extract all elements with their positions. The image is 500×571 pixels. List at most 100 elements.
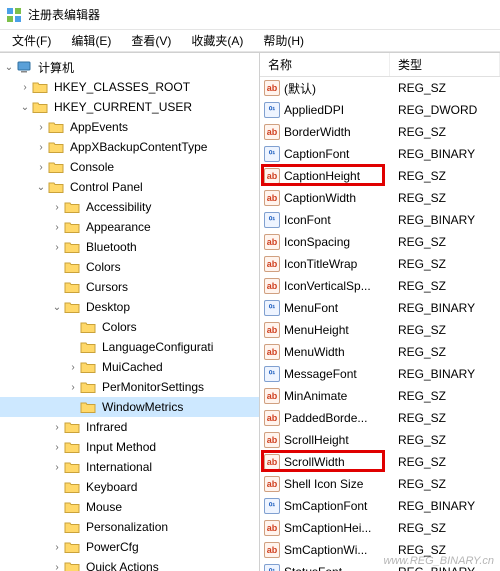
list-row[interactable]: abMenuHeightREG_SZ [260, 319, 500, 341]
tree-windowmetrics[interactable]: • WindowMetrics [0, 397, 259, 417]
list-row[interactable]: ab(默认)REG_SZ [260, 77, 500, 99]
chevron-right-icon[interactable]: › [66, 380, 80, 394]
chevron-right-icon[interactable]: › [66, 360, 80, 374]
tree-label: Bluetooth [84, 239, 139, 255]
value-name: SmCaptionHei... [284, 521, 394, 535]
tree-infrared[interactable]: › Infrared [0, 417, 259, 437]
col-header-name[interactable]: 名称 [260, 53, 390, 76]
folder-icon [80, 339, 96, 355]
tree-hkcu[interactable]: ⌄ HKEY_CURRENT_USER [0, 97, 259, 117]
chevron-right-icon[interactable]: › [50, 440, 64, 454]
folder-icon [64, 519, 80, 535]
tree-colors[interactable]: • Colors [0, 257, 259, 277]
menu-edit[interactable]: 编辑(E) [63, 30, 119, 51]
col-header-type[interactable]: 类型 [390, 53, 500, 76]
menu-view[interactable]: 查看(V) [123, 30, 179, 51]
tree-powercfg[interactable]: › PowerCfg [0, 537, 259, 557]
list-row[interactable]: abIconSpacingREG_SZ [260, 231, 500, 253]
chevron-right-icon[interactable]: › [34, 140, 48, 154]
chevron-right-icon[interactable]: › [34, 160, 48, 174]
binary-value-icon: ⁰¹ [264, 498, 280, 514]
tree-hkcr[interactable]: › HKEY_CLASSES_ROOT [0, 77, 259, 97]
binary-value-icon: ⁰¹ [264, 564, 280, 571]
value-name: PaddedBorde... [284, 411, 394, 425]
list-row[interactable]: abSmCaptionWi...REG_SZ [260, 539, 500, 561]
folder-icon [64, 439, 80, 455]
tree-console[interactable]: › Console [0, 157, 259, 177]
list-row[interactable]: ⁰¹IconFontREG_BINARY [260, 209, 500, 231]
chevron-down-icon[interactable]: ⌄ [50, 300, 64, 314]
folder-icon [64, 199, 80, 215]
chevron-right-icon[interactable]: › [50, 240, 64, 254]
tree-root[interactable]: ⌄ 计算机 [0, 57, 259, 77]
tree-desktop-colors[interactable]: • Colors [0, 317, 259, 337]
binary-value-icon: ⁰¹ [264, 300, 280, 316]
tree-label: AppXBackupContentType [68, 139, 209, 155]
list-row[interactable]: abShell Icon SizeREG_SZ [260, 473, 500, 495]
chevron-right-icon[interactable]: › [50, 460, 64, 474]
tree-controlpanel[interactable]: ⌄ Control Panel [0, 177, 259, 197]
chevron-right-icon[interactable]: › [34, 120, 48, 134]
tree-international[interactable]: › International [0, 457, 259, 477]
chevron-right-icon[interactable]: › [50, 200, 64, 214]
tree-desktop[interactable]: ⌄ Desktop [0, 297, 259, 317]
value-type: REG_SZ [394, 455, 500, 469]
menu-help[interactable]: 帮助(H) [255, 30, 312, 51]
chevron-down-icon[interactable]: ⌄ [18, 100, 32, 114]
value-name: IconVerticalSp... [284, 279, 394, 293]
tree-appearance[interactable]: › Appearance [0, 217, 259, 237]
tree-personalization[interactable]: • Personalization [0, 517, 259, 537]
list-row[interactable]: ⁰¹AppliedDPIREG_DWORD [260, 99, 500, 121]
list-row[interactable]: abCaptionHeightREG_SZ [260, 165, 500, 187]
tree-muicached[interactable]: › MuiCached [0, 357, 259, 377]
tree-appx[interactable]: › AppXBackupContentType [0, 137, 259, 157]
list-row[interactable]: abScrollHeightREG_SZ [260, 429, 500, 451]
chevron-right-icon[interactable]: › [18, 80, 32, 94]
value-type: REG_SZ [394, 323, 500, 337]
menu-favorites[interactable]: 收藏夹(A) [183, 30, 251, 51]
tree-quickactions[interactable]: › Quick Actions [0, 557, 259, 571]
menu-file[interactable]: 文件(F) [4, 30, 59, 51]
tree-bluetooth[interactable]: › Bluetooth [0, 237, 259, 257]
list-row[interactable]: abIconVerticalSp...REG_SZ [260, 275, 500, 297]
list-row[interactable]: ⁰¹MenuFontREG_BINARY [260, 297, 500, 319]
tree-inputmethod[interactable]: › Input Method [0, 437, 259, 457]
value-name: SmCaptionWi... [284, 543, 394, 557]
tree-mouse[interactable]: • Mouse [0, 497, 259, 517]
chevron-down-icon[interactable]: ⌄ [34, 180, 48, 194]
list-row[interactable]: ⁰¹MessageFontREG_BINARY [260, 363, 500, 385]
chevron-down-icon[interactable]: ⌄ [2, 60, 16, 74]
list-row[interactable]: abBorderWidthREG_SZ [260, 121, 500, 143]
tree-label: Keyboard [84, 479, 139, 495]
tree-appevents[interactable]: › AppEvents [0, 117, 259, 137]
chevron-right-icon[interactable]: › [50, 540, 64, 554]
list-row[interactable]: abCaptionWidthREG_SZ [260, 187, 500, 209]
binary-value-icon: ⁰¹ [264, 102, 280, 118]
list-row[interactable]: ⁰¹CaptionFontREG_BINARY [260, 143, 500, 165]
list-row[interactable]: ⁰¹StatusFontREG_BINARY [260, 561, 500, 571]
tree-keyboard[interactable]: • Keyboard [0, 477, 259, 497]
string-value-icon: ab [264, 234, 280, 250]
tree-cursors[interactable]: • Cursors [0, 277, 259, 297]
tree-accessibility[interactable]: › Accessibility [0, 197, 259, 217]
tree-langcfg[interactable]: • LanguageConfigurati [0, 337, 259, 357]
chevron-right-icon[interactable]: › [50, 560, 64, 571]
list-pane[interactable]: 名称 类型 ab(默认)REG_SZ⁰¹AppliedDPIREG_DWORDa… [260, 53, 500, 571]
list-row[interactable]: abMinAnimateREG_SZ [260, 385, 500, 407]
list-row[interactable]: abPaddedBorde...REG_SZ [260, 407, 500, 429]
list-row[interactable]: abIconTitleWrapREG_SZ [260, 253, 500, 275]
list-row[interactable]: ⁰¹SmCaptionFontREG_BINARY [260, 495, 500, 517]
value-name: (默认) [284, 80, 394, 97]
tree-label: Quick Actions [84, 559, 161, 571]
list-row[interactable]: abScrollWidthREG_SZ [260, 451, 500, 473]
value-type: REG_DWORD [394, 103, 500, 117]
tree-scroll[interactable]: ⌄ 计算机 › HKEY_CLASSES_ROOT ⌄ HKEY_CURRENT… [0, 57, 259, 571]
chevron-right-icon[interactable]: › [50, 420, 64, 434]
tree-permonitor[interactable]: › PerMonitorSettings [0, 377, 259, 397]
list-row[interactable]: abMenuWidthREG_SZ [260, 341, 500, 363]
value-name: CaptionFont [284, 147, 394, 161]
computer-icon [16, 59, 32, 75]
value-name: Shell Icon Size [284, 477, 394, 491]
list-row[interactable]: abSmCaptionHei...REG_SZ [260, 517, 500, 539]
chevron-right-icon[interactable]: › [50, 220, 64, 234]
